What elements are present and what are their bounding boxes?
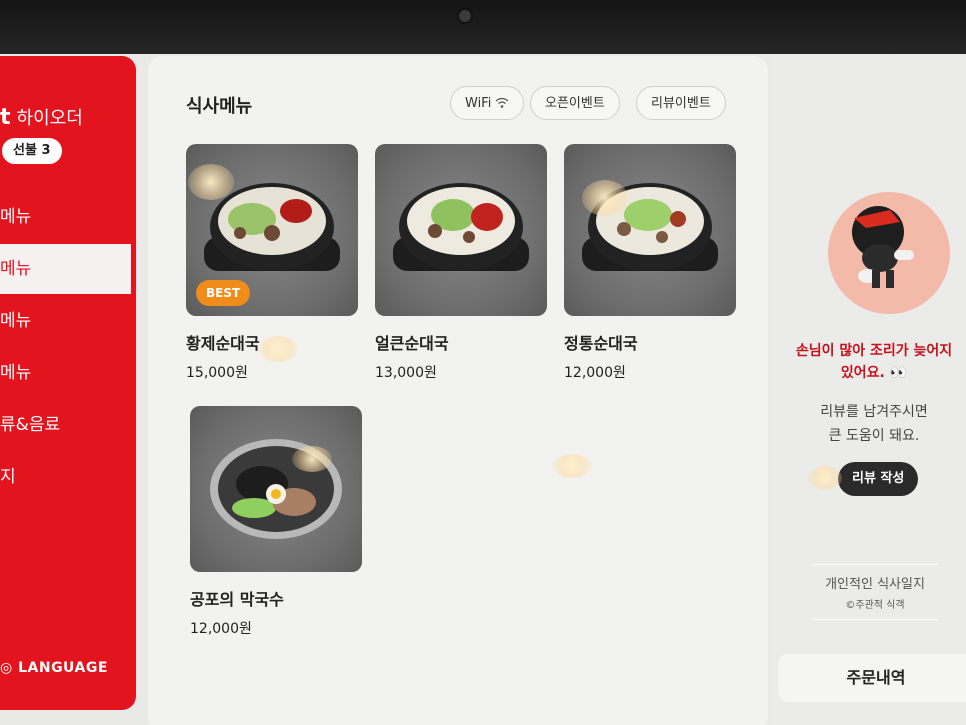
kiosk-screen: t 하이오더 선불 3 메뉴 메뉴 메뉴 메뉴 류&음료 지 ◎ LANGUAG…: [0, 54, 966, 725]
sidebar-item-6[interactable]: 지: [0, 452, 131, 502]
watermark: 개인적인 식사일지 ©주관적 식객: [812, 564, 938, 620]
menu-card-2[interactable]: 얼큰순대국 13,000원: [375, 144, 547, 382]
watermark-title: 개인적인 식사일지: [825, 577, 925, 592]
review-request-line-1: 리뷰를 남겨주시면: [820, 404, 928, 420]
sidebar-item-4[interactable]: 메뉴: [0, 348, 131, 398]
open-event-button[interactable]: 오픈이벤트: [530, 86, 620, 120]
sidebar: t 하이오더 선불 3 메뉴 메뉴 메뉴 메뉴 류&음료 지 ◎ LANGUAG…: [0, 56, 136, 710]
device-bezel: [0, 0, 966, 56]
brand: t 하이오더: [0, 104, 83, 130]
menu-item-name: 정통순대국: [564, 334, 638, 353]
menu-image: BEST: [186, 144, 358, 316]
section-title: 식사메뉴: [186, 96, 253, 117]
food-bowl-image: [393, 183, 529, 271]
menu-item-price: 13,000원: [375, 365, 437, 381]
food-bowl-image: [204, 183, 340, 271]
best-badge: BEST: [196, 280, 251, 306]
menu-image: [564, 144, 736, 316]
delay-notice: 손님이 많아 조리가 늦어지 있어요. 👀: [784, 340, 964, 384]
sidebar-item-1[interactable]: 메뉴: [0, 192, 131, 242]
notice-panel: 손님이 많아 조리가 늦어지 있어요. 👀 리뷰를 남겨주시면 큰 도움이 돼요…: [770, 54, 966, 725]
review-request: 리뷰를 남겨주시면 큰 도움이 돼요.: [784, 400, 964, 448]
delay-notice-line-1: 손님이 많아 조리가 늦어지: [795, 343, 953, 359]
wifi-icon: [495, 97, 509, 108]
menu-item-name: 황제순대국: [186, 334, 260, 353]
language-label: LANGUAGE: [18, 660, 108, 676]
delay-notice-line-2: 있어요. 👀: [840, 365, 908, 381]
sidebar-item-5[interactable]: 류&음료: [0, 400, 131, 450]
brand-logo: t: [0, 105, 11, 130]
noodle-bowl-image: [210, 439, 342, 539]
brand-name: 하이오더: [16, 108, 83, 129]
write-review-button[interactable]: 리뷰 작성: [838, 462, 919, 496]
menu-item-price: 12,000원: [564, 365, 626, 381]
language-button[interactable]: ◎ LANGUAGE: [0, 660, 108, 676]
review-request-line-2: 큰 도움이 돼요.: [828, 428, 920, 444]
sidebar-item-2[interactable]: 메뉴: [0, 244, 131, 294]
menu-card-1[interactable]: BEST 황제순대국 15,000원: [186, 144, 358, 382]
menu-panel: 식사메뉴 WiFi 오픈이벤트 리뷰이벤트 BEST 황제순대국 15,000원…: [148, 56, 768, 725]
order-history-button[interactable]: 주문내역: [778, 654, 966, 702]
mascot-icon: [828, 192, 950, 314]
menu-item-name: 얼큰순대국: [375, 334, 449, 353]
globe-icon: ◎: [0, 660, 19, 676]
prepay-badge: 선불 3: [2, 138, 62, 164]
menu-image: [190, 406, 362, 572]
menu-item-price: 15,000원: [186, 365, 248, 381]
menu-card-4[interactable]: 공포의 막국수 12,000원: [190, 406, 362, 638]
watermark-credit: ©주관적 식객: [845, 600, 905, 611]
wifi-label: WiFi: [465, 95, 492, 111]
menu-item-name: 공포의 막국수: [190, 590, 284, 609]
wifi-button[interactable]: WiFi: [450, 86, 525, 120]
review-event-button[interactable]: 리뷰이벤트: [636, 86, 726, 120]
menu-image: [375, 144, 547, 316]
sidebar-item-3[interactable]: 메뉴: [0, 296, 131, 346]
camera-icon: [457, 8, 473, 24]
menu-item-price: 12,000원: [190, 621, 252, 637]
food-bowl-image: [582, 183, 718, 271]
menu-card-3[interactable]: 정통순대국 12,000원: [564, 144, 736, 382]
